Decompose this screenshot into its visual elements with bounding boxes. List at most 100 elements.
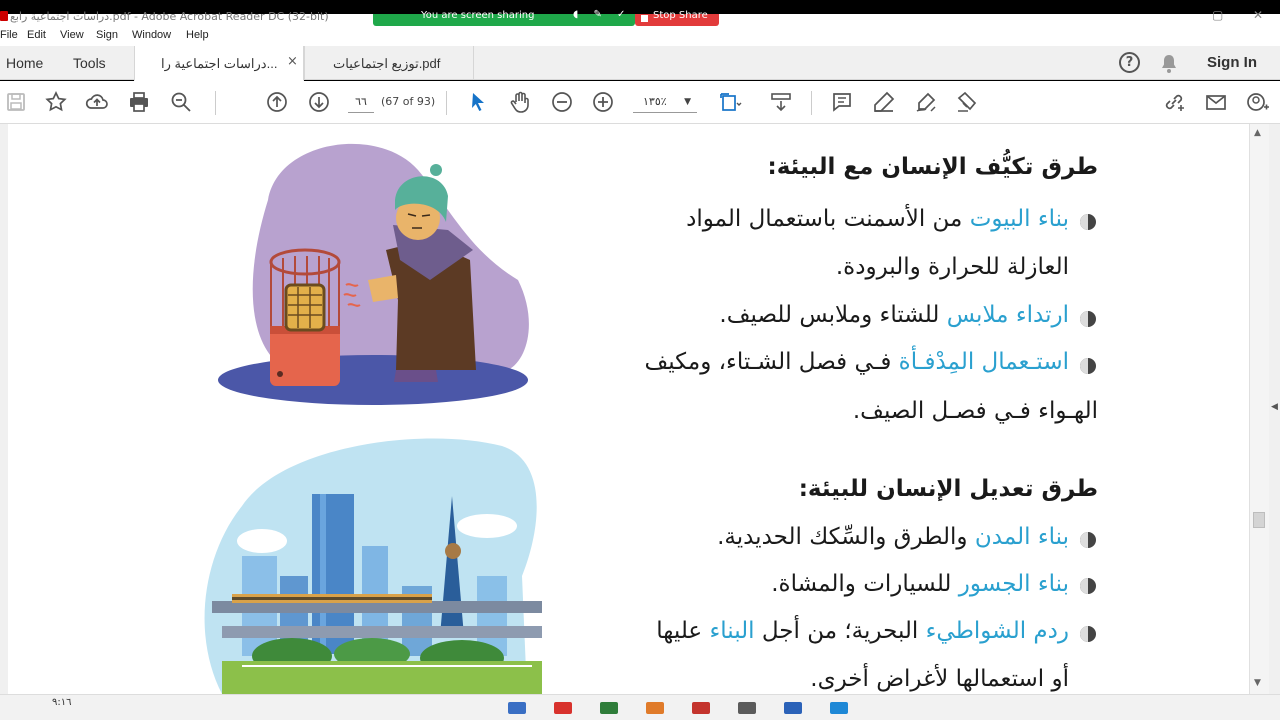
list-item: ردم الشواطيء البحرية؛ من أجل البناء عليه… bbox=[656, 618, 1069, 644]
upload-cloud-icon[interactable] bbox=[85, 90, 109, 114]
taskbar-app-icon[interactable] bbox=[830, 702, 848, 714]
item-text: من الأسمنت باستعمال المواد bbox=[686, 206, 970, 232]
zoom-out-icon[interactable] bbox=[550, 90, 574, 114]
zoom-level-select[interactable]: ١٣٥٪ ▼ bbox=[633, 91, 697, 113]
close-tab-icon[interactable]: × bbox=[287, 54, 298, 69]
document-tab[interactable]: توزيع اجتماعيات.pdf bbox=[304, 46, 474, 80]
close-window-icon[interactable]: ✕ bbox=[1253, 8, 1263, 22]
list-item: ارتداء ملابس للشتاء وملابس للصيف. bbox=[719, 302, 1069, 328]
section-heading-modification: طرق تعديل الإنسان للبيئة: bbox=[798, 476, 1098, 502]
list-item: بناء البيوت من الأسمنت باستعمال المواد bbox=[686, 206, 1069, 232]
toolbar-separator bbox=[446, 91, 447, 115]
draw-freehand-icon[interactable] bbox=[914, 90, 938, 114]
scroll-mode-icon[interactable] bbox=[769, 90, 793, 114]
section-heading-adaptation: طرق تكيُّف الإنسان مع البيئة: bbox=[767, 154, 1098, 180]
taskbar-app-icon[interactable] bbox=[646, 702, 664, 714]
page-number-input[interactable]: ٦٦ bbox=[348, 91, 374, 113]
home-tab[interactable]: Home bbox=[6, 55, 43, 71]
toolbar-separator bbox=[811, 91, 812, 115]
bullet-icon bbox=[1080, 358, 1096, 374]
list-item: بناء الجسور للسيارات والمشاة. bbox=[771, 571, 1069, 597]
menu-help[interactable]: Help bbox=[186, 29, 209, 41]
scroll-down-icon[interactable]: ▼ bbox=[1254, 678, 1261, 688]
acrobat-app-icon bbox=[0, 11, 8, 21]
tab-bar: Home Tools دراسات اجتماعية را... × توزيع… bbox=[0, 46, 1280, 81]
highlight-term: البناء bbox=[709, 618, 755, 644]
highlight-term: استـعمال المِدْفـأة bbox=[898, 349, 1069, 375]
share-link-icon[interactable] bbox=[1162, 90, 1186, 114]
toolbar: ٦٦ (67 of 93) ١٣٥٪ ▼ bbox=[0, 81, 1280, 124]
window-title: دراسات اجتماعية رابع.pdf - Adobe Acrobat… bbox=[10, 10, 329, 23]
highlight-pen-icon[interactable] bbox=[872, 90, 896, 114]
left-pane-gutter bbox=[0, 124, 8, 694]
item-text: للشتاء وملابس للصيف. bbox=[719, 302, 947, 328]
item-text: للسيارات والمشاة. bbox=[771, 571, 959, 597]
menu-file[interactable]: File bbox=[0, 29, 18, 41]
list-item: استـعمال المِدْفـأة فـي فصل الشـتاء، ومك… bbox=[644, 349, 1069, 375]
stop-icon bbox=[641, 15, 648, 22]
email-icon[interactable] bbox=[1204, 90, 1228, 114]
taskbar-app-icon[interactable] bbox=[784, 702, 802, 714]
item-text: والطرق والسِّكك الحديدية. bbox=[717, 524, 975, 550]
print-icon[interactable] bbox=[127, 90, 151, 114]
chevron-down-icon: ▼ bbox=[684, 97, 691, 107]
taskbar-clock: ٩:١٦ bbox=[52, 697, 72, 708]
sign-in-button[interactable]: Sign In bbox=[1207, 54, 1257, 71]
bullet-icon bbox=[1080, 214, 1096, 230]
fill-sign-icon[interactable] bbox=[955, 90, 979, 114]
menu-bar: File Edit View Sign Window Help bbox=[0, 26, 1280, 46]
vertical-scrollbar[interactable]: ▲ ▼ bbox=[1249, 124, 1269, 694]
highlight-term: ردم الشواطيء bbox=[925, 618, 1069, 644]
bullet-icon bbox=[1080, 578, 1096, 594]
help-icon[interactable]: ? bbox=[1119, 52, 1140, 73]
page-count-label: (67 of 93) bbox=[381, 95, 436, 108]
taskbar-app-icon[interactable] bbox=[508, 702, 526, 714]
menu-sign[interactable]: Sign bbox=[96, 29, 118, 41]
bullet-icon bbox=[1080, 532, 1096, 548]
scroll-thumb[interactable] bbox=[1253, 512, 1265, 528]
taskbar-app-icon[interactable] bbox=[738, 702, 756, 714]
document-tab-label: دراسات اجتماعية را... bbox=[161, 56, 278, 71]
stop-share-label: Stop Share bbox=[653, 10, 708, 21]
taskbar-app-icon[interactable] bbox=[600, 702, 618, 714]
toolbar-separator bbox=[215, 91, 216, 115]
previous-page-icon[interactable] bbox=[265, 90, 289, 114]
restore-icon[interactable]: ▢ bbox=[1212, 8, 1223, 22]
highlight-term: بناء البيوت bbox=[969, 206, 1069, 232]
city-illustration bbox=[204, 438, 542, 694]
list-item-continuation: الهـواء فـي فصـل الصيف. bbox=[852, 398, 1098, 424]
fit-page-icon[interactable] bbox=[718, 90, 742, 114]
item-text: عليها bbox=[656, 618, 710, 644]
taskbar-app-icon[interactable] bbox=[692, 702, 710, 714]
highlight-term: ارتداء ملابس bbox=[946, 302, 1069, 328]
menu-window[interactable]: Window bbox=[132, 29, 171, 41]
save-icon[interactable] bbox=[4, 90, 28, 114]
document-tab-active[interactable]: دراسات اجتماعية را... × bbox=[134, 46, 304, 81]
hand-tool-icon[interactable] bbox=[508, 90, 532, 114]
comment-icon[interactable] bbox=[830, 90, 854, 114]
highlight-term: بناء الجسور bbox=[958, 571, 1069, 597]
share-control-icons[interactable]: ◖ ✎ ✓ bbox=[573, 9, 631, 20]
bookmark-star-icon[interactable] bbox=[44, 90, 68, 114]
tools-tab[interactable]: Tools bbox=[73, 55, 106, 71]
next-page-icon[interactable] bbox=[307, 90, 331, 114]
right-pane-toggle[interactable]: ◀ bbox=[1269, 124, 1280, 694]
bell-icon[interactable] bbox=[1160, 54, 1178, 77]
bullet-icon bbox=[1080, 311, 1096, 327]
taskbar-app-icon[interactable] bbox=[554, 702, 572, 714]
zoom-in-icon[interactable] bbox=[591, 90, 615, 114]
add-user-icon[interactable] bbox=[1246, 90, 1270, 114]
document-viewer: طرق تكيُّف الإنسان مع البيئة: بناء البيو… bbox=[0, 124, 1280, 694]
expand-pane-icon[interactable]: ◀ bbox=[1271, 402, 1278, 412]
list-item: بناء المدن والطرق والسِّكك الحديدية. bbox=[717, 524, 1069, 550]
taskbar: ٩:١٦ bbox=[0, 694, 1280, 720]
pdf-page: طرق تكيُّف الإنسان مع البيئة: بناء البيو… bbox=[8, 124, 1244, 694]
select-cursor-icon[interactable] bbox=[466, 90, 490, 114]
menu-view[interactable]: View bbox=[60, 29, 84, 41]
menu-edit[interactable]: Edit bbox=[27, 29, 46, 41]
share-status-text: You are screen sharing bbox=[421, 10, 535, 21]
zoom-search-icon[interactable] bbox=[169, 90, 193, 114]
scroll-up-icon[interactable]: ▲ bbox=[1254, 128, 1261, 138]
list-item-continuation: أو استعمالها لأغراض أخرى. bbox=[810, 666, 1069, 692]
stop-share-button[interactable]: Stop Share bbox=[635, 10, 719, 26]
